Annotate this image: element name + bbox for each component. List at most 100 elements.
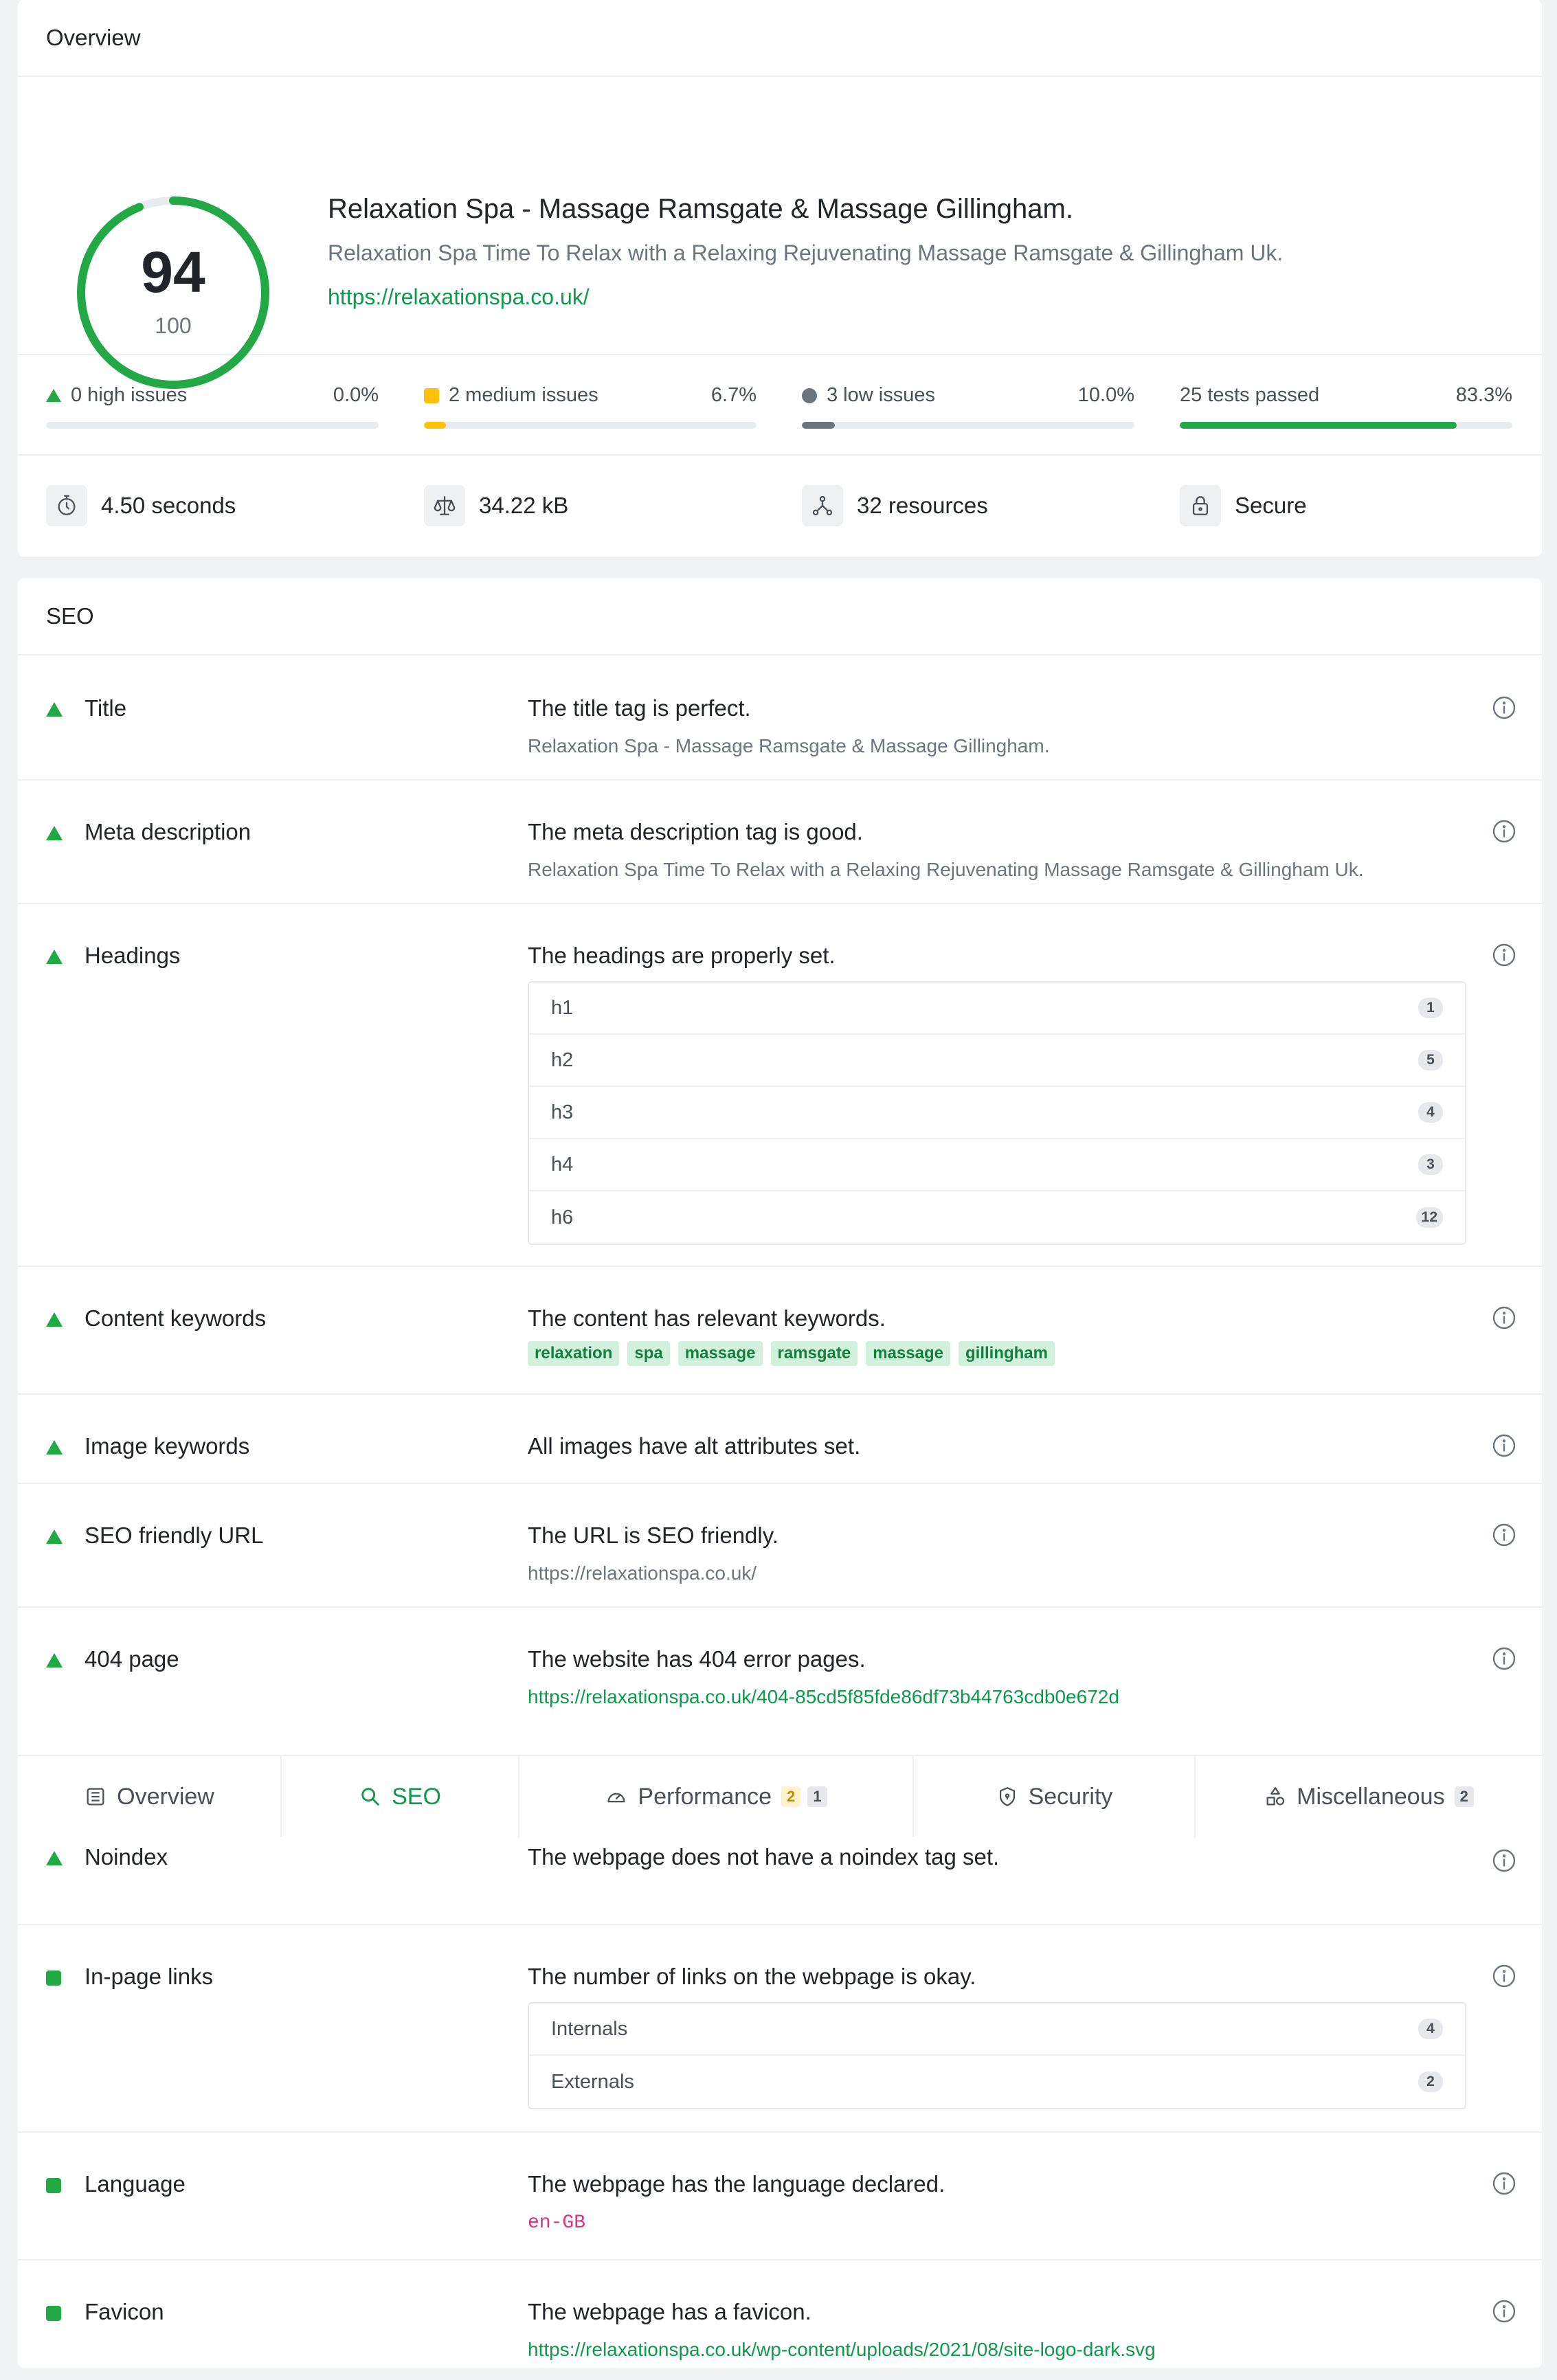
seo-row-favicon: Favicon The webpage has a favicon. https… (18, 2260, 1542, 2368)
seo-row-image-keywords-message: All images have alt attributes set. (528, 1433, 861, 1459)
seo-row-image-keywords-name: Image keywords (85, 1433, 250, 1459)
info-icon[interactable] (1492, 695, 1516, 720)
performance-medium-badge: 2 (781, 1786, 801, 1807)
links-table-row: Externals 2 (529, 2056, 1465, 2108)
seo-row-noindex-message: The webpage does not have a noindex tag … (528, 1844, 1000, 1870)
tab-overview[interactable]: Overview (18, 1756, 282, 1837)
issue-low: 3 low issues 10.0% (802, 355, 1134, 456)
stat-load-time: 4.50 seconds (46, 456, 236, 555)
page-stats: 4.50 seconds 34.22 kB 32 resources Secur… (18, 456, 1542, 555)
info-icon[interactable] (1492, 1964, 1516, 1988)
info-icon[interactable] (1492, 2299, 1516, 2324)
count-badge: 2 (1418, 2072, 1443, 2092)
tests-passed-percent: 83.3% (1455, 384, 1512, 406)
seo-row-favicon-name: Favicon (85, 2299, 164, 2324)
tab-miscellaneous-label: Miscellaneous (1297, 1783, 1445, 1810)
tab-security[interactable]: Security (914, 1756, 1196, 1837)
pass-triangle-icon (46, 826, 63, 840)
keyword-badge: relaxation (528, 1341, 620, 1366)
issues-summary: 0 high issues 0.0% 2 medium issues 6.7% … (18, 355, 1542, 456)
shapes-icon (1266, 1787, 1285, 1806)
issue-medium-label: 2 medium issues (449, 384, 598, 406)
info-icon[interactable] (1492, 943, 1516, 967)
issue-medium-bar-fill (424, 422, 447, 429)
headings-table: h1 1 h2 5 h3 4 h4 3 h6 12 (528, 981, 1466, 1245)
issue-low-percent: 10.0% (1077, 384, 1134, 406)
seo-row-headings-name: Headings (85, 943, 181, 968)
tab-performance[interactable]: Performance 2 1 (519, 1756, 914, 1837)
tests-passed-bar (1180, 422, 1512, 429)
resources-icon (802, 484, 843, 526)
seo-row-content-keywords-message: The content has relevant keywords. (528, 1305, 886, 1331)
keyword-badge: massage (677, 1341, 763, 1366)
headings-table-row: h1 1 (529, 983, 1465, 1035)
seo-row-meta-detail: Relaxation Spa Time To Relax with a Rela… (528, 859, 1364, 880)
stat-security-text: Secure (1235, 492, 1307, 518)
info-icon[interactable] (1492, 1433, 1516, 1458)
scale-icon (424, 484, 465, 526)
info-icon[interactable] (1492, 1305, 1516, 1330)
high-issue-triangle-icon (46, 389, 61, 402)
seo-row-404-name: 404 page (85, 1646, 179, 1672)
info-icon[interactable] (1492, 2171, 1516, 2196)
pass-triangle-icon (46, 702, 63, 717)
lock-icon (1180, 484, 1221, 526)
tests-passed: 25 tests passed 83.3% (1180, 355, 1512, 456)
seo-row-language: Language The webpage has the language de… (18, 2133, 1542, 2260)
stat-size: 34.22 kB (424, 456, 568, 555)
seo-row-meta-name: Meta description (85, 819, 251, 844)
tab-security-label: Security (1028, 1783, 1113, 1810)
seo-row-language-name: Language (85, 2171, 186, 2197)
pass-triangle-icon (46, 1440, 63, 1455)
score-value: 94 (141, 240, 205, 304)
overview-summary: 94 100 Relaxation Spa - Massage Ramsgate… (18, 77, 1542, 389)
tab-seo-label: SEO (392, 1783, 441, 1810)
keyword-badge: gillingham (958, 1341, 1055, 1366)
seo-row-url-name: SEO friendly URL (85, 1523, 264, 1548)
tab-performance-label: Performance (638, 1783, 772, 1810)
overview-card: Overview 94 100 Relaxation Spa - Massage… (18, 0, 1542, 557)
tab-miscellaneous[interactable]: Miscellaneous 2 (1196, 1756, 1542, 1837)
seo-row-favicon-link[interactable]: https://relaxationspa.co.uk/wp-content/u… (528, 2339, 1156, 2361)
seo-row-meta-message: The meta description tag is good. (528, 819, 863, 844)
info-icon[interactable] (1492, 1646, 1516, 1671)
performance-low-badge: 1 (807, 1786, 827, 1807)
info-icon[interactable] (1492, 1848, 1516, 1873)
seo-header: SEO (18, 579, 1542, 655)
report-tab-bar: Overview SEO Performance 2 1 Security Mi… (18, 1756, 1542, 1837)
stat-size-text: 34.22 kB (479, 492, 569, 518)
seo-row-url-detail: https://relaxationspa.co.uk/ (528, 1562, 757, 1584)
site-url-link[interactable]: https://relaxationspa.co.uk/ (328, 284, 590, 310)
pass-square-icon (46, 2178, 61, 2193)
info-icon[interactable] (1492, 1523, 1516, 1547)
headings-table-row: h2 5 (529, 1035, 1465, 1087)
site-description: Relaxation Spa Time To Relax with a Rela… (328, 240, 1284, 265)
seo-row-noindex-name: Noindex (85, 1844, 168, 1870)
count-badge: 1 (1418, 998, 1443, 1018)
gauge-icon (607, 1793, 625, 1803)
keyword-badge: massage (866, 1341, 950, 1366)
seo-row-content-keywords: Content keywords The content has relevan… (18, 1267, 1542, 1395)
seo-row-404: 404 page The website has 404 error pages… (18, 1608, 1542, 1756)
count-badge: 4 (1418, 2019, 1443, 2039)
stat-load-time-text: 4.50 seconds (101, 492, 236, 518)
stat-resources: 32 resources (802, 456, 988, 555)
seo-row-noindex: Noindex The webpage does not have a noin… (18, 1837, 1542, 1925)
seo-row-title-message: The title tag is perfect. (528, 695, 751, 721)
links-table-row: Internals 4 (529, 2003, 1465, 2056)
tab-seo[interactable]: SEO (282, 1756, 519, 1837)
seo-row-headings: Headings The headings are properly set. … (18, 904, 1542, 1267)
keyword-badge: spa (627, 1341, 670, 1366)
tab-overview-label: Overview (117, 1783, 214, 1810)
shield-icon (999, 1787, 1015, 1806)
info-icon[interactable] (1492, 819, 1516, 844)
headings-table-row: h6 12 (529, 1191, 1465, 1244)
seo-row-title-detail: Relaxation Spa - Massage Ramsgate & Mass… (528, 735, 1050, 756)
count-badge: 5 (1418, 1050, 1443, 1070)
low-issue-circle-icon (802, 388, 817, 403)
seo-row-title: Title The title tag is perfect. Relaxati… (18, 657, 1542, 781)
stopwatch-icon (46, 484, 87, 526)
seo-row-meta: Meta description The meta description ta… (18, 781, 1542, 904)
seo-row-404-link[interactable]: https://relaxationspa.co.uk/404-85cd5f85… (528, 1686, 1119, 1708)
overview-header: Overview (18, 0, 1542, 77)
